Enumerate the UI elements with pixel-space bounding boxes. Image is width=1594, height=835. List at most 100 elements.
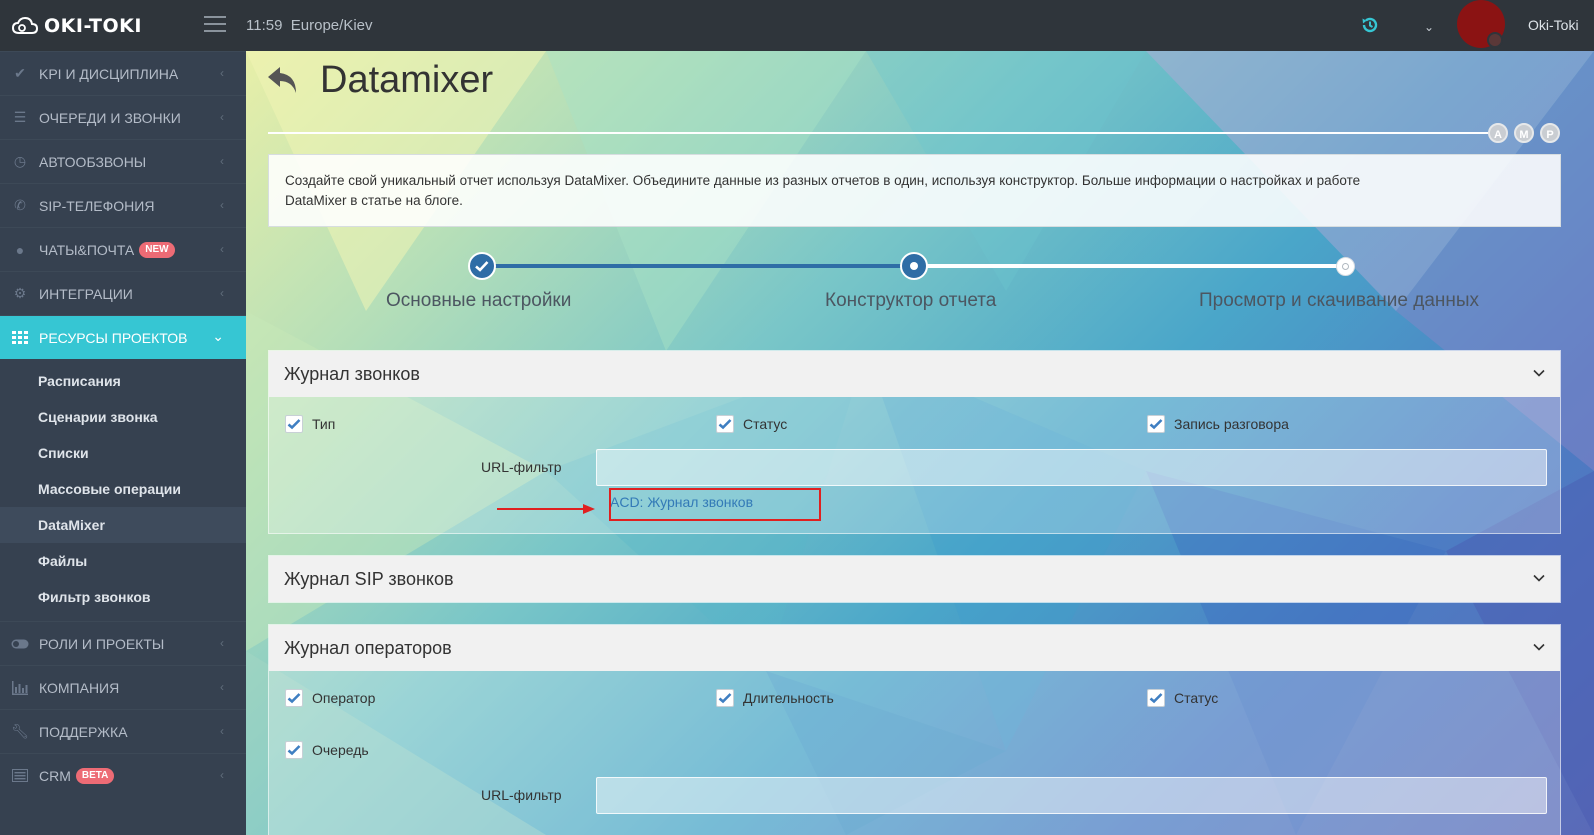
checkbox-checked-icon[interactable] [1147, 689, 1165, 707]
chevron-left-icon: ‹ [220, 242, 224, 256]
time-text: 11:59 [246, 17, 283, 34]
checkbox-checked-icon[interactable] [716, 415, 734, 433]
chevron-left-icon: ‹ [220, 724, 224, 738]
chevron-left-icon: ‹ [220, 66, 224, 80]
sidebar-item-queues[interactable]: ☰ ОЧЕРЕДИ И ЗВОНКИ ‹ [0, 95, 246, 139]
chat-icon: ● [15, 241, 25, 258]
step-progress-done [482, 264, 914, 268]
m-toggle[interactable]: M [1514, 123, 1534, 143]
chevron-left-icon: ‹ [220, 110, 224, 124]
url-filter-label: URL-фильтр [481, 459, 562, 475]
step-3-label: Просмотр и скачивание данных [1199, 290, 1480, 311]
user-name[interactable]: Oki-Toki [1528, 0, 1579, 51]
checkbox-checked-icon[interactable] [285, 741, 303, 759]
step-progress-todo [914, 264, 1346, 268]
sidebar-item-label: ЧАТЫ&ПОЧТА [39, 241, 135, 258]
info-box: Создайте свой уникальный отчет используя… [268, 154, 1561, 227]
panel-header[interactable]: Журнал операторов [269, 625, 1560, 671]
sidebar-item-label: ПОДДЕРЖКА [39, 723, 128, 740]
sidebar-item-label: ИНТЕГРАЦИИ [39, 285, 133, 302]
checkbox-checked-icon[interactable] [716, 689, 734, 707]
chevron-down-icon[interactable]: ⌄ [1424, 20, 1434, 34]
sidebar-item-autodial[interactable]: ◷ АВТООБЗВОНЫ ‹ [0, 139, 246, 183]
sidebar-item-company[interactable]: КОМПАНИЯ ‹ [0, 665, 246, 709]
submenu-item-lists[interactable]: Списки [0, 435, 246, 471]
checkbox-duration[interactable]: Длительность [716, 689, 834, 707]
chevron-down-icon[interactable] [1532, 571, 1546, 585]
submenu-item-mass-operations[interactable]: Массовые операции [0, 471, 246, 507]
p-toggle[interactable]: P [1540, 123, 1560, 143]
panel-title: Журнал SIP звонков [284, 568, 454, 589]
page-title: Datamixer [320, 59, 494, 101]
panel-header[interactable]: Журнал SIP звонков [269, 556, 1560, 602]
checkbox-label: Статус [1174, 690, 1219, 706]
grid-icon [10, 330, 30, 346]
checkbox-status[interactable]: Статус [716, 415, 787, 433]
chevron-down-icon[interactable] [1532, 366, 1546, 380]
submenu-item-datamixer[interactable]: DataMixer [0, 507, 246, 543]
main-content: Datamixer A M P Создайте свой уникальный… [246, 51, 1594, 835]
sidebar-item-label: ОЧЕРЕДИ И ЗВОНКИ [39, 109, 181, 126]
menu-toggle-icon[interactable] [204, 16, 226, 32]
submenu-item-scripts[interactable]: Сценарии звонка [0, 399, 246, 435]
sidebar-item-label: РЕСУРСЫ ПРОЕКТОВ [39, 329, 188, 346]
status-dot [1487, 32, 1503, 48]
sidebar-item-kpi[interactable]: ✔ KPI И ДИСЦИПЛИНА ‹ [0, 51, 246, 95]
panel-header[interactable]: Журнал звонков [269, 351, 1560, 397]
sidebar-item-label: KPI И ДИСЦИПЛИНА [39, 65, 179, 82]
new-badge: NEW [139, 241, 175, 258]
sidebar-item-crm[interactable]: CRM BETA ‹ [0, 753, 246, 797]
checkbox-label: Статус [743, 416, 788, 432]
history-icon[interactable] [1360, 15, 1380, 35]
checkbox-type[interactable]: Тип [285, 415, 335, 433]
check-icon: ✔ [14, 65, 26, 81]
a-toggle[interactable]: A [1488, 123, 1508, 143]
top-bar: OKI-TOKI 11:59 Europe/Kiev ⌄ Oki-Toki [0, 0, 1594, 51]
panel-call-log: Журнал звонков Тип Статус Запись разгово… [268, 350, 1561, 534]
step-2-current-icon[interactable] [900, 252, 928, 280]
panel-title: Журнал операторов [284, 637, 452, 658]
url-filter-input[interactable] [596, 777, 1547, 814]
panel-title: Журнал звонков [284, 363, 420, 384]
bar-chart-icon [10, 680, 30, 696]
step-1-label: Основные настройки [386, 290, 572, 311]
submenu-item-files[interactable]: Файлы [0, 543, 246, 579]
checkbox-label: Очередь [312, 742, 369, 758]
chevron-down-icon[interactable] [1532, 640, 1546, 654]
checkbox-recording[interactable]: Запись разговора [1147, 415, 1289, 433]
checkbox-checked-icon[interactable] [285, 415, 303, 433]
checkbox-label: Запись разговора [1174, 416, 1289, 432]
sidebar-item-support[interactable]: 🔧︎ ПОДДЕРЖКА ‹ [0, 709, 246, 753]
chevron-left-icon: ‹ [220, 286, 224, 300]
sidebar-item-label: АВТООБЗВОНЫ [39, 153, 147, 170]
toggle-icon [10, 636, 30, 652]
sidebar-item-chats[interactable]: ● ЧАТЫ&ПОЧТА NEW ‹ [0, 227, 246, 271]
checkbox-checked-icon[interactable] [285, 689, 303, 707]
submenu-item-call-filter[interactable]: Фильтр звонков [0, 579, 246, 615]
sidebar-item-sip[interactable]: ✆ SIP-ТЕЛЕФОНИЯ ‹ [0, 183, 246, 227]
checkbox-queue[interactable]: Очередь [285, 741, 369, 759]
checkbox-checked-icon[interactable] [1147, 415, 1165, 433]
list-icon: ☰ [13, 109, 27, 125]
sidebar-item-label: SIP-ТЕЛЕФОНИЯ [39, 197, 155, 214]
sidebar-item-label: CRM [39, 767, 71, 784]
back-arrow-icon[interactable] [266, 65, 302, 95]
submenu-item-schedules[interactable]: Расписания [0, 363, 246, 399]
gears-icon: ⚙ [13, 285, 27, 301]
sidebar-item-resources[interactable]: РЕСУРСЫ ПРОЕКТОВ ⌄ [0, 315, 246, 359]
checkbox-operator[interactable]: Оператор [285, 689, 375, 707]
sidebar-item-roles[interactable]: РОЛИ И ПРОЕКТЫ ‹ [0, 621, 246, 665]
step-3-icon[interactable] [1336, 257, 1355, 276]
sidebar-item-integrations[interactable]: ⚙ ИНТЕГРАЦИИ ‹ [0, 271, 246, 315]
checkbox-operator-status[interactable]: Статус [1147, 689, 1218, 707]
info-text-line-2: DataMixer в статье на блоге. [285, 192, 463, 208]
checkbox-label: Тип [312, 416, 336, 432]
panel-operator-log: Журнал операторов Оператор Длительность … [268, 624, 1561, 835]
phone-icon: ✆ [14, 197, 26, 213]
step-1-check-icon[interactable] [468, 252, 496, 280]
logo-text: OKI-TOKI [44, 14, 142, 37]
chevron-left-icon: ‹ [220, 768, 224, 782]
url-filter-input[interactable] [596, 449, 1547, 486]
beta-badge: BETA [75, 767, 115, 784]
cloud-icon [12, 16, 38, 34]
